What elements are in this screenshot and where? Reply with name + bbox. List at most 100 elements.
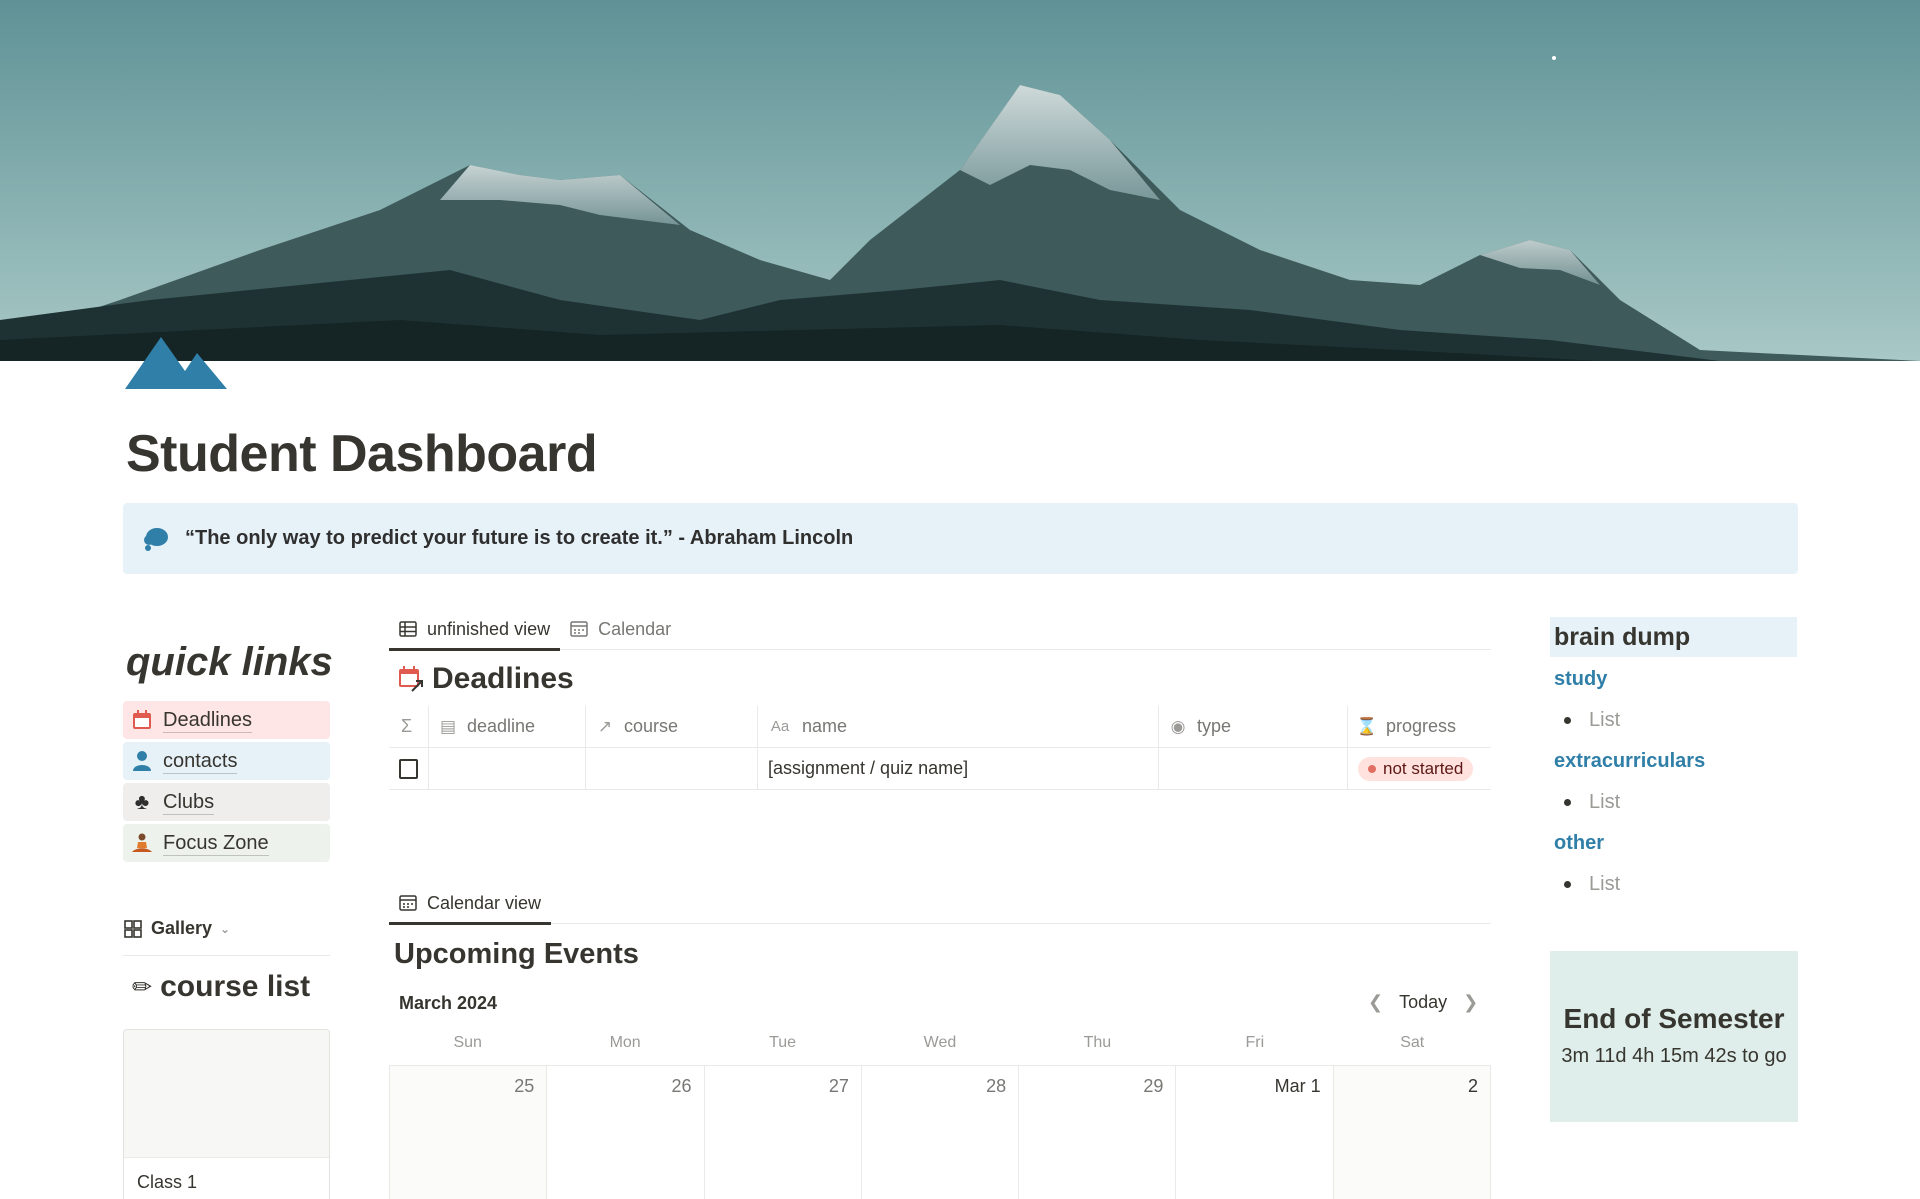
person-icon [129, 748, 155, 774]
calendar-day[interactable]: 29 [1019, 1066, 1177, 1199]
mountain-icon [125, 331, 227, 389]
meditation-icon [129, 830, 155, 856]
page-title: Student Dashboard [126, 425, 598, 483]
weekday-label: Thu [1083, 1034, 1112, 1051]
cell-deadline[interactable] [429, 748, 586, 789]
column-header-deadline[interactable]: ▤ deadline [429, 706, 586, 747]
bullet [1564, 799, 1571, 806]
calendar-day[interactable]: 25 [389, 1066, 548, 1199]
calendar-nav: ❮ Today ❯ [1368, 992, 1478, 1013]
list-item-text: List [1589, 709, 1621, 731]
calendar-day[interactable]: 27 [705, 1066, 862, 1199]
tab-label: unfinished view [427, 618, 551, 639]
course-list-title: ✏ course list [132, 970, 310, 1004]
column-header-name[interactable]: Aa name [758, 706, 1159, 747]
quick-link-label: contacts [163, 749, 238, 774]
row-checkbox-cell[interactable] [389, 748, 429, 789]
quick-link-deadlines[interactable]: Deadlines [123, 701, 330, 739]
cover-image [0, 0, 1920, 361]
column-header-progress[interactable]: ⌛ progress [1348, 706, 1491, 747]
row-checkbox[interactable] [399, 758, 418, 779]
table-icon [399, 621, 417, 637]
thought-bubble-icon [144, 527, 168, 551]
column-header-course[interactable]: ↗ course [586, 706, 758, 747]
quick-link-focus-zone[interactable]: Focus Zone [123, 824, 330, 862]
countdown-text: 3m 11d 4h 15m 42s to go [1561, 1045, 1787, 1067]
table-row[interactable]: [assignment / quiz name] not started [389, 748, 1491, 790]
quote-callout: “The only way to predict your future is … [123, 503, 1798, 574]
deadlines-view-tabs: unfinished view Calendar [389, 608, 1491, 651]
relation-arrow-icon: ↗ [597, 716, 613, 736]
column-label: type [1197, 716, 1232, 736]
tab-label: Calendar view [427, 892, 542, 913]
list-item-text: List [1589, 791, 1621, 813]
text-type-icon: Aa [770, 718, 790, 735]
bullet [1564, 717, 1571, 724]
column-label: course [624, 716, 679, 736]
status-label: not started [1383, 758, 1464, 778]
cell-name[interactable]: [assignment / quiz name] [758, 748, 1159, 789]
gallery-view-tab[interactable]: Gallery ⌄ [123, 918, 230, 939]
quick-link-label: Deadlines [163, 708, 252, 733]
select-type-icon: ◉ [1170, 716, 1186, 736]
quote-text: “The only way to predict your future is … [185, 527, 854, 549]
tab-calendar[interactable]: Calendar [560, 608, 681, 650]
list-item[interactable]: List [1564, 873, 1620, 896]
weekday-label: Sat [1400, 1034, 1425, 1051]
weekday-label: Fri [1245, 1034, 1265, 1051]
bullet [1564, 881, 1571, 888]
calendar-link-icon [399, 666, 423, 692]
chevron-down-icon: ⌄ [220, 921, 231, 936]
list-item-text: List [1589, 873, 1621, 895]
column-label: deadline [467, 716, 536, 736]
quick-link-contacts[interactable]: contacts [123, 742, 330, 780]
calendar-column-icon: ▤ [439, 716, 457, 736]
weekday-label: Wed [923, 1034, 957, 1051]
events-view-tabs: Calendar view [389, 882, 1491, 925]
gallery-icon [124, 919, 142, 938]
calendar-day[interactable]: 28 [862, 1066, 1020, 1199]
sum-column-header[interactable]: Σ [389, 706, 429, 747]
deadlines-title-label: Deadlines [432, 662, 574, 695]
calendar-day[interactable]: 2 [1333, 1066, 1491, 1199]
calendar-grid: 25 26 27 28 29 Mar 1 2 [389, 1065, 1491, 1199]
cell-course[interactable] [586, 748, 758, 789]
cell-type[interactable] [1159, 748, 1348, 789]
deadlines-title: Deadlines [398, 662, 574, 696]
weekday-label: Mon [609, 1034, 641, 1051]
calendar-day[interactable]: Mar 1 [1176, 1066, 1334, 1199]
list-item[interactable]: List [1564, 791, 1620, 814]
calendar-icon [129, 707, 155, 733]
card-preview [124, 1030, 329, 1158]
events-title: Upcoming Events [394, 938, 639, 970]
calendar-day[interactable]: 26 [547, 1066, 705, 1199]
today-button[interactable]: Today [1399, 992, 1447, 1013]
calendar-small-icon [399, 895, 417, 911]
course-list-label: course list [160, 970, 311, 1003]
list-item[interactable]: List [1564, 709, 1620, 732]
calendar-month: March 2024 [399, 993, 498, 1013]
tab-calendar-view[interactable]: Calendar view [389, 882, 552, 925]
brain-dump-title: brain dump [1550, 617, 1797, 657]
status-icon: ⌛ [1356, 716, 1378, 736]
table-header: Σ ▤ deadline ↗ course Aa name ◉ type ⌛ p… [389, 706, 1491, 748]
weekday-header: Sun Mon Tue Wed Thu Fri Sat [389, 1034, 1491, 1052]
brain-dump-heading-other: other [1554, 832, 1604, 854]
cell-progress[interactable]: not started [1348, 748, 1491, 789]
gallery-card[interactable]: Class 1 [123, 1029, 330, 1199]
quick-link-label: Clubs [163, 790, 215, 815]
deadlines-table: Σ ▤ deadline ↗ course Aa name ◉ type ⌛ p… [389, 706, 1491, 790]
card-title: Class 1 [137, 1172, 198, 1192]
quick-link-label: Focus Zone [163, 831, 269, 856]
quick-link-clubs[interactable]: ♣ Clubs [123, 783, 330, 821]
quick-links-title: quick links [126, 640, 333, 684]
tab-unfinished-view[interactable]: unfinished view [389, 608, 561, 651]
calendar-small-icon [570, 621, 588, 637]
column-label: name [802, 716, 848, 736]
chevron-left-icon[interactable]: ❮ [1368, 992, 1383, 1013]
semester-countdown-widget: End of Semester 3m 11d 4h 15m 42s to go [1550, 951, 1798, 1122]
chevron-right-icon[interactable]: ❯ [1463, 992, 1478, 1013]
column-header-type[interactable]: ◉ type [1159, 706, 1348, 747]
column-label: progress [1386, 716, 1457, 736]
status-dot [1368, 764, 1376, 773]
